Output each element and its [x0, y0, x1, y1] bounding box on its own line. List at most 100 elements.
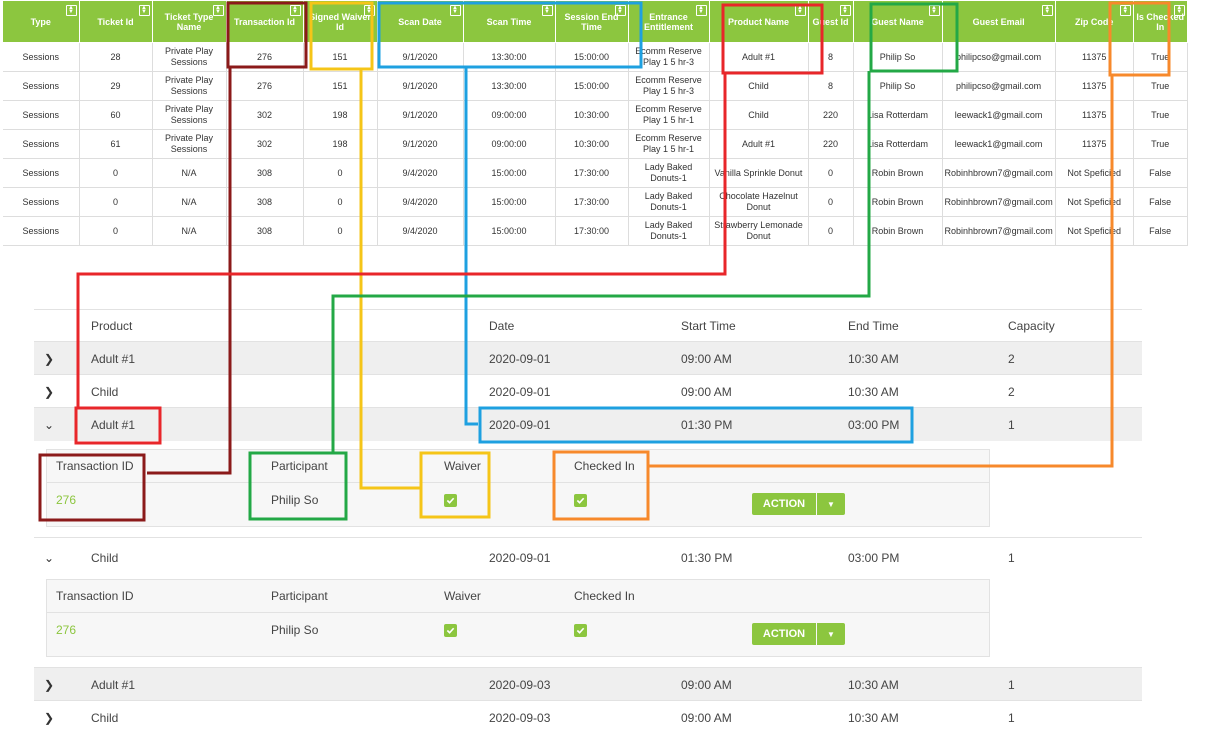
export-col-header[interactable]: Entrance Entitlement ▲ ▼	[627, 0, 710, 43]
detail-participant-header: Participant	[271, 589, 328, 603]
sort-icon[interactable]: ▲ ▼	[65, 5, 77, 16]
export-cell: 308	[225, 216, 304, 246]
export-cell: Child	[708, 71, 809, 101]
sort-icon[interactable]: ▲ ▼	[541, 5, 553, 16]
export-col-header-label: Transaction Id	[233, 16, 295, 27]
waiver-checkbox[interactable]	[444, 482, 457, 518]
export-cell: Sessions	[3, 216, 80, 246]
export-cell: Sessions	[3, 158, 80, 188]
row-date: 2020-09-01	[489, 551, 551, 565]
detail-waiver-header: Waiver	[444, 589, 481, 603]
export-col-header[interactable]: Is Checked In ▲ ▼	[1132, 0, 1188, 43]
sort-icon[interactable]: ▲ ▼	[839, 5, 851, 16]
export-col-header[interactable]: Type ▲ ▼	[3, 0, 80, 43]
session-row[interactable]: ❯ Adult #1 2020-09-03 09:00 AM 10:30 AM …	[34, 667, 1142, 701]
export-col-header[interactable]: Guest Name ▲ ▼	[852, 0, 943, 43]
export-cell: philipcso@gmail.com	[941, 42, 1056, 72]
export-cell: Lady Baked Donuts-1	[627, 158, 710, 188]
export-cell: Vanilla Sprinkle Donut	[708, 158, 809, 188]
checked-in-checkbox[interactable]	[574, 482, 587, 518]
export-cell: 09:00:00	[462, 100, 556, 130]
export-col-header[interactable]: Ticket Type Name ▲ ▼	[151, 0, 227, 43]
row-end: 10:30 AM	[848, 677, 899, 692]
export-cell: Robinhbrown7@gmail.com	[941, 158, 1056, 188]
transaction-link[interactable]: 276	[56, 612, 76, 648]
chevron-right-icon[interactable]: ❯	[44, 668, 54, 701]
export-col-header[interactable]: Scan Date ▲ ▼	[376, 0, 464, 43]
export-cell: 0	[78, 187, 153, 217]
sort-icon[interactable]: ▲ ▼	[1041, 5, 1053, 16]
export-cell: 17:30:00	[554, 216, 629, 246]
export-cell: 15:00:00	[554, 71, 629, 101]
export-cell: Lady Baked Donuts-1	[627, 216, 710, 246]
col-product-header[interactable]: Product	[91, 310, 132, 342]
export-col-header[interactable]: Ticket Id ▲ ▼	[78, 0, 153, 43]
col-capacity-header[interactable]: Capacity	[1008, 310, 1055, 342]
export-cell: True	[1132, 42, 1188, 72]
chevron-down-icon[interactable]: ⌄	[44, 538, 54, 578]
col-date-header[interactable]: Date	[489, 310, 514, 342]
export-col-header[interactable]: Signed Waiver Id ▲ ▼	[302, 0, 378, 43]
session-row[interactable]: ❯ Child 2020-09-01 09:00 AM 10:30 AM 2	[34, 374, 1142, 408]
row-date: 2020-09-01	[489, 351, 551, 366]
export-col-header-label: Scan Time	[486, 16, 532, 27]
export-col-header[interactable]: Guest Id ▲ ▼	[807, 0, 854, 43]
chevron-right-icon[interactable]: ❯	[44, 375, 54, 408]
export-table: Type ▲ ▼ Ticket Id ▲ ▼ Ticket Type Name ▲ ▼ Trans…	[3, 0, 1188, 246]
sort-icon[interactable]: ▲ ▼	[138, 5, 150, 16]
sort-icon[interactable]: ▲ ▼	[289, 5, 301, 16]
waiver-checkbox[interactable]	[444, 612, 457, 648]
export-cell: 9/1/2020	[376, 71, 464, 101]
session-row[interactable]: ❯ Adult #1 2020-09-01 09:00 AM 10:30 AM …	[34, 341, 1142, 375]
export-cell: 9/4/2020	[376, 216, 464, 246]
action-button[interactable]: ACTION	[752, 623, 816, 645]
export-cell: Robinhbrown7@gmail.com	[941, 216, 1056, 246]
export-col-header[interactable]: Zip Code ▲ ▼	[1054, 0, 1134, 43]
sort-icon[interactable]: ▲ ▼	[212, 5, 224, 16]
row-end: 10:30 AM	[848, 384, 899, 399]
row-end: 10:30 AM	[848, 710, 899, 725]
sort-icon[interactable]: ▲ ▼	[794, 5, 806, 16]
row-capacity: 1	[1008, 677, 1015, 692]
session-row[interactable]: ❯ Child 2020-09-03 09:00 AM 10:30 AM 1	[34, 700, 1142, 734]
export-cell: leewack1@gmail.com	[941, 100, 1056, 130]
export-col-header[interactable]: Transaction Id ▲ ▼	[225, 0, 304, 43]
chevron-right-icon[interactable]: ❯	[44, 701, 54, 734]
sort-icon[interactable]: ▲ ▼	[1173, 5, 1185, 16]
export-col-header[interactable]: Guest Email ▲ ▼	[941, 0, 1056, 43]
export-col-header[interactable]: Session End Time ▲ ▼	[554, 0, 629, 43]
col-end-header[interactable]: End Time	[848, 310, 899, 342]
export-cell: 276	[225, 42, 304, 72]
session-row-expanded[interactable]: ⌄ Child 2020-09-01 01:30 PM 03:00 PM 1	[34, 537, 1142, 578]
col-start-header[interactable]: Start Time	[681, 310, 736, 342]
row-end: 03:00 PM	[848, 551, 900, 565]
export-cell: 302	[225, 100, 304, 130]
export-cell: False	[1132, 216, 1188, 246]
action-button[interactable]: ACTION	[752, 493, 816, 515]
export-col-header[interactable]: Product Name ▲ ▼	[708, 0, 809, 43]
sort-icon[interactable]: ▲ ▼	[614, 5, 626, 16]
transaction-link[interactable]: 276	[56, 482, 76, 518]
export-cell: Private Play Sessions	[151, 100, 227, 130]
sort-icon[interactable]: ▲ ▼	[1119, 5, 1131, 16]
export-col-header[interactable]: Scan Time ▲ ▼	[462, 0, 556, 43]
session-row-expanded[interactable]: ⌄ Adult #1 2020-09-01 01:30 PM 03:00 PM …	[34, 407, 1142, 441]
sort-icon[interactable]: ▲ ▼	[363, 5, 375, 16]
chevron-down-icon[interactable]: ⌄	[44, 408, 54, 441]
chevron-right-icon[interactable]: ❯	[44, 342, 54, 375]
export-cell: Philip So	[852, 42, 943, 72]
caret-down-icon[interactable]: ▼	[817, 493, 845, 515]
sort-icon[interactable]: ▲ ▼	[449, 5, 461, 16]
export-cell: 8	[807, 42, 854, 72]
export-cell: Not Speficied	[1054, 187, 1134, 217]
export-col-header-label: Product Name	[727, 16, 789, 27]
sort-icon[interactable]: ▲ ▼	[928, 5, 940, 16]
caret-down-icon[interactable]: ▼	[817, 623, 845, 645]
export-cell: 8	[807, 71, 854, 101]
sort-icon[interactable]: ▲ ▼	[695, 5, 707, 16]
row-date: 2020-09-03	[489, 710, 551, 725]
export-cell: Robin Brown	[852, 216, 943, 246]
export-cell: Adult #1	[708, 129, 809, 159]
checked-in-checkbox[interactable]	[574, 612, 587, 648]
export-cell: Ecomm Reserve Play 1 5 hr-3	[627, 42, 710, 72]
